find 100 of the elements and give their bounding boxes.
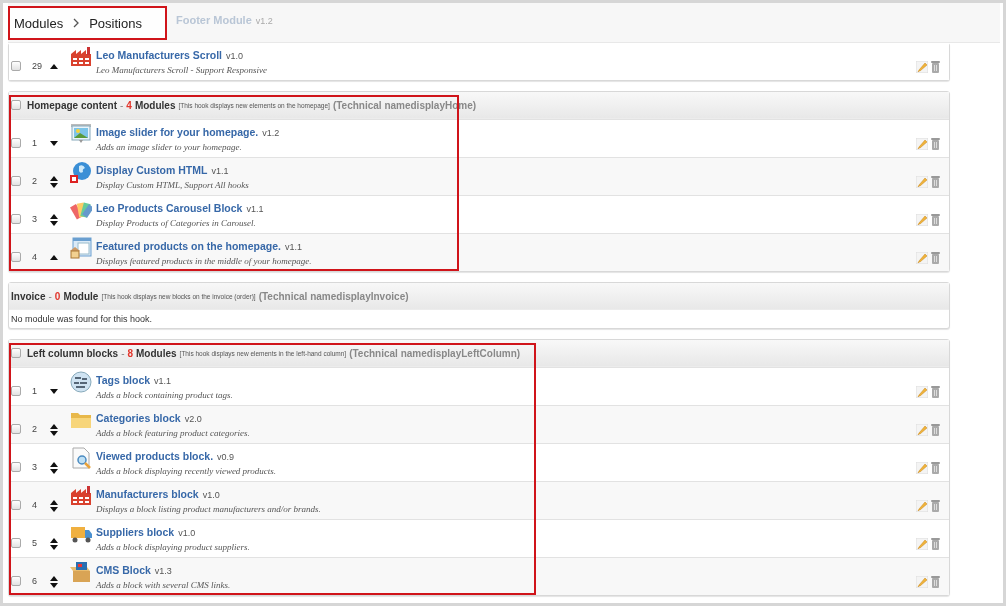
module-count: 0 Module bbox=[54, 290, 99, 302]
box-icon bbox=[70, 561, 92, 583]
down-arrow-icon[interactable] bbox=[50, 389, 58, 394]
position-number: 4 bbox=[31, 498, 38, 512]
module-count: 4 Modules bbox=[126, 99, 176, 111]
module-name-link[interactable]: Tags block bbox=[96, 374, 151, 386]
edit-icon[interactable] bbox=[916, 423, 928, 436]
edit-icon[interactable] bbox=[916, 461, 928, 474]
globe-icon bbox=[70, 161, 92, 183]
empty-message: No module was found for this hook. bbox=[10, 313, 154, 326]
module-name-link[interactable]: Viewed products block. bbox=[96, 450, 214, 462]
edit-icon[interactable] bbox=[916, 537, 928, 550]
breadcrumb-link[interactable]: Modules bbox=[14, 15, 64, 31]
checkbox[interactable] bbox=[11, 251, 21, 262]
trash-icon[interactable] bbox=[931, 423, 940, 436]
module-name-link[interactable]: Leo Products Carousel Block bbox=[96, 202, 243, 214]
sort-arrows-icon[interactable] bbox=[50, 423, 58, 436]
module-version: v1.1 bbox=[154, 376, 172, 386]
module-name-link[interactable]: Suppliers block bbox=[96, 526, 175, 538]
checkbox[interactable] bbox=[11, 461, 21, 472]
module-description: Leo Manufacturers Scroll - Support Responsive bbox=[96, 65, 269, 75]
checkbox[interactable] bbox=[11, 423, 21, 434]
sort-arrows-icon[interactable] bbox=[50, 213, 58, 226]
chevron-icon bbox=[73, 18, 80, 28]
up-arrow-icon[interactable] bbox=[50, 255, 58, 260]
module-version: v2.0 bbox=[184, 414, 202, 424]
up-arrow-icon[interactable] bbox=[50, 64, 58, 69]
module-name-link[interactable]: Manufacturers block bbox=[96, 488, 199, 500]
technical-name: (Technical namedisplayInvoice) bbox=[258, 290, 409, 302]
trash-icon[interactable] bbox=[931, 213, 940, 226]
edit-icon[interactable] bbox=[916, 213, 928, 226]
module-description: Adds a block displaying product suppliers. bbox=[96, 542, 251, 552]
checkbox[interactable] bbox=[11, 537, 21, 548]
module-name-link[interactable]: CMS Block bbox=[96, 564, 151, 576]
edit-icon[interactable] bbox=[916, 60, 928, 73]
trash-icon[interactable] bbox=[931, 537, 940, 550]
trash-icon[interactable] bbox=[931, 499, 940, 512]
module-description: Display Custom HTML, Support All hooks bbox=[96, 180, 250, 190]
position-number: 4 bbox=[31, 250, 38, 264]
trash-icon[interactable] bbox=[931, 251, 940, 264]
hook-title: Left column blocks bbox=[27, 347, 119, 359]
sort-arrows-icon[interactable] bbox=[50, 537, 58, 550]
checkbox[interactable] bbox=[11, 348, 21, 358]
sort-arrows-icon[interactable] bbox=[50, 575, 58, 588]
dash-separator: - bbox=[121, 347, 125, 359]
checkbox[interactable] bbox=[11, 213, 21, 224]
breadcrumb-link[interactable]: Positions bbox=[89, 15, 142, 31]
module-version: v1.0 bbox=[178, 528, 196, 538]
checkbox[interactable] bbox=[11, 385, 21, 396]
position-number: 1 bbox=[31, 384, 38, 398]
trash-icon[interactable] bbox=[931, 461, 940, 474]
module-description: Adds an image slider to your homepage. bbox=[96, 142, 243, 152]
edit-icon[interactable] bbox=[916, 137, 928, 150]
module-version: v1.0 bbox=[226, 51, 244, 61]
module-name-link[interactable]: Leo Manufacturers Scroll bbox=[96, 49, 223, 61]
edit-icon[interactable] bbox=[916, 575, 928, 588]
color-swatches-icon bbox=[70, 199, 92, 221]
sort-arrows-icon[interactable] bbox=[50, 461, 58, 474]
module-version: v1.2 bbox=[262, 128, 280, 138]
module-name-link[interactable]: Featured products on the homepage. bbox=[96, 240, 281, 252]
sort-arrows-icon[interactable] bbox=[50, 175, 58, 188]
checkbox[interactable] bbox=[11, 499, 21, 510]
edit-icon[interactable] bbox=[916, 499, 928, 512]
checkbox[interactable] bbox=[11, 60, 21, 71]
checkbox[interactable] bbox=[11, 137, 21, 148]
module-name-link[interactable]: Display Custom HTML bbox=[96, 164, 208, 176]
picture-frame-icon bbox=[70, 123, 92, 145]
position-number: 1 bbox=[31, 136, 38, 150]
trash-icon[interactable] bbox=[931, 175, 940, 188]
hook-title: Invoice bbox=[11, 290, 46, 302]
module-version: v1.3 bbox=[154, 566, 172, 576]
sort-arrows-icon[interactable] bbox=[50, 499, 58, 512]
down-arrow-icon[interactable] bbox=[50, 141, 58, 146]
edit-icon[interactable] bbox=[916, 175, 928, 188]
trash-icon[interactable] bbox=[931, 385, 940, 398]
dash-separator: - bbox=[120, 99, 124, 111]
checkbox[interactable] bbox=[11, 100, 21, 110]
position-number: 3 bbox=[31, 460, 38, 474]
hook-title: Homepage content bbox=[27, 99, 117, 111]
module-version: v1.1 bbox=[246, 204, 264, 214]
checkbox[interactable] bbox=[11, 575, 21, 586]
module-description: Displays featured products in the middle of your homepage. bbox=[96, 256, 313, 266]
module-name-link[interactable]: Categories block bbox=[96, 412, 181, 424]
faded-module-name: Footer Module bbox=[176, 14, 252, 26]
module-name-link[interactable]: Image slider for your homepage. bbox=[96, 126, 259, 138]
dash-separator: - bbox=[48, 290, 52, 302]
checkbox[interactable] bbox=[11, 175, 21, 186]
module-description: Adds a block containing product tags. bbox=[96, 390, 234, 400]
edit-icon[interactable] bbox=[916, 385, 928, 398]
module-version: v0.9 bbox=[217, 452, 235, 462]
module-description: Adds a block displaying recently viewed products. bbox=[96, 466, 278, 476]
module-description: Display Products of Categories in Carousel. bbox=[96, 218, 257, 228]
module-description: Adds a block featuring product categories. bbox=[96, 428, 251, 438]
trash-icon[interactable] bbox=[931, 60, 940, 73]
trash-icon[interactable] bbox=[931, 575, 940, 588]
module-description: Adds a block with several CMS links. bbox=[96, 580, 232, 590]
trash-icon[interactable] bbox=[931, 137, 940, 150]
edit-icon[interactable] bbox=[916, 251, 928, 264]
factory-icon bbox=[70, 485, 92, 507]
position-number: 29 bbox=[31, 59, 43, 73]
